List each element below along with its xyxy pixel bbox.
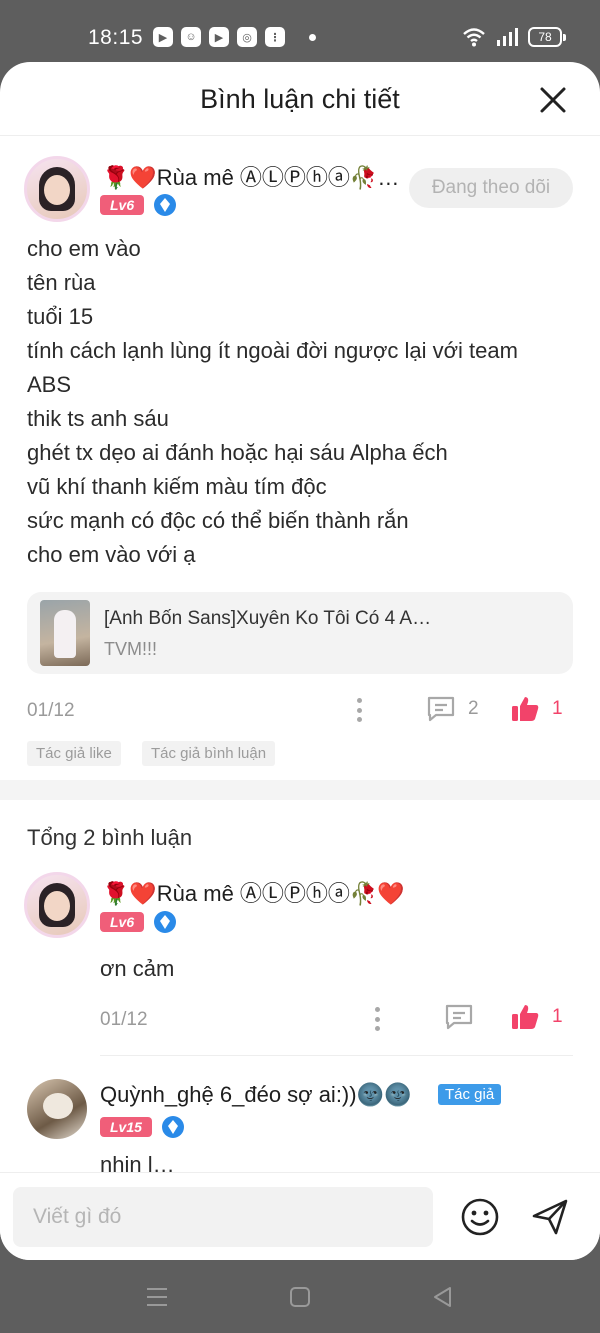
notification-icons: ▶ ☺ ▶ ◎ ⋮: [153, 27, 316, 47]
user-badges: Lv15: [100, 1116, 184, 1138]
level-badge: Lv15: [100, 1117, 152, 1137]
send-icon[interactable]: [530, 1197, 570, 1237]
youtube-icon: ▶: [209, 27, 229, 47]
reply-date: 01/12: [100, 1009, 148, 1030]
like-count: 1: [552, 698, 563, 719]
reply-button[interactable]: [444, 1003, 474, 1031]
comment-input[interactable]: [13, 1187, 433, 1247]
status-time: 18:15: [88, 26, 144, 49]
comment-line: cho em vào với ạ: [27, 542, 196, 567]
avatar[interactable]: [27, 1079, 87, 1139]
story-subtitle: TVM!!!: [104, 639, 157, 659]
diamond-icon: [154, 911, 177, 933]
comment-line: tính cách lạnh lùng ít ngoài đời ngược l…: [27, 338, 518, 363]
app-notification-icon: ▶: [153, 27, 173, 47]
like-count: 1: [552, 1006, 563, 1027]
close-icon[interactable]: [538, 85, 568, 115]
thumbs-up-icon: [512, 697, 539, 721]
avatar[interactable]: [24, 872, 90, 938]
diamond-icon: [154, 194, 177, 216]
reply-count: 2: [468, 698, 479, 719]
page-title: Bình luận chi tiết: [200, 84, 400, 114]
section-divider: [0, 780, 600, 800]
comment-line: sức mạnh có độc có thể biến thành rắn: [27, 508, 409, 533]
avatar-notification-icon: ☺: [181, 27, 201, 47]
level-badge: Lv6: [100, 195, 145, 215]
avatar[interactable]: [24, 156, 90, 222]
comment-line: ABS: [27, 372, 72, 397]
like-button[interactable]: 1: [510, 695, 563, 723]
more-notifications-dot-icon: [309, 33, 316, 41]
comment-line: tên rùa: [27, 270, 96, 295]
comment-line: vũ khí thanh kiếm màu tím độc: [27, 474, 327, 499]
comment-icon: [445, 1004, 473, 1030]
user-badges: Lv6: [100, 911, 177, 933]
comment-line: ghét tx dẹo ai đánh hoặc hại sáu Alpha ế…: [27, 440, 448, 465]
status-right: 78: [462, 27, 566, 47]
level-badge: Lv6: [100, 912, 145, 932]
comment-line: tuổi 15: [27, 304, 94, 329]
status-bar: 18:15 ▶ ☺ ▶ ◎ ⋮ 78: [0, 0, 600, 62]
wifi-icon: [463, 28, 485, 47]
author-tag: Tác giả: [438, 1084, 502, 1105]
story-cover: [40, 600, 90, 666]
author-replied-tag: Tác giả bình luận: [142, 741, 276, 766]
comment-body: cho em vào tên rùa tuổi 15 tính cách lạn…: [27, 232, 572, 572]
thumbs-up-icon: [512, 1005, 539, 1029]
comment-line: cho em vào: [27, 236, 141, 261]
smiley-icon[interactable]: [460, 1197, 500, 1237]
home-icon[interactable]: [287, 1284, 313, 1310]
comment-line: thik ts anh sáu: [27, 406, 169, 431]
more-options-icon[interactable]: [357, 698, 363, 722]
user-badges: Lv6: [100, 194, 177, 216]
reply-button[interactable]: 2: [426, 695, 479, 723]
author-liked-tag: Tác giả like: [27, 741, 121, 766]
comment-icon: [427, 696, 455, 722]
reply-text: ơn cảm: [100, 956, 175, 981]
reply-divider: [100, 1055, 573, 1056]
sheet-header: Bình luận chi tiết: [0, 62, 600, 136]
like-button[interactable]: 1: [510, 1003, 563, 1031]
browser-icon: ◎: [237, 27, 257, 47]
more-options-icon[interactable]: [375, 1007, 381, 1031]
total-comments-label: Tổng 2 bình luận: [27, 825, 193, 850]
following-button[interactable]: Đang theo dõi: [409, 168, 573, 208]
back-icon[interactable]: [430, 1284, 456, 1310]
comment-date: 01/12: [27, 700, 75, 721]
story-link-card[interactable]: [Anh Bốn Sans]Xuyên Ko Tôi Có 4 A… TVM!!…: [27, 592, 573, 674]
reply-user-name[interactable]: Quỳnh_ghệ 6_đéo sợ ai:))🌚🌚: [100, 1082, 430, 1108]
reply-user-name[interactable]: 🌹❤️Rùa mê ⒶⓁⓅⓗⓐ🥀❤️: [102, 876, 432, 908]
system-nav-bar: [0, 1260, 600, 1333]
battery-icon: 78: [528, 27, 566, 47]
comment-detail-sheet: Bình luận chi tiết 🌹❤️Rùa mê ⒶⓁⓅⓗⓐ🥀… Lv6…: [0, 62, 600, 1260]
menu-icon[interactable]: [144, 1284, 170, 1310]
comment-input-bar: [0, 1172, 600, 1260]
signal-icon: [497, 28, 518, 46]
grid-app-icon: ⋮: [265, 27, 285, 47]
comment-user-name[interactable]: 🌹❤️Rùa mê ⒶⓁⓅⓗⓐ🥀…: [102, 160, 402, 192]
diamond-icon: [161, 1116, 184, 1138]
story-title: [Anh Bốn Sans]Xuyên Ko Tôi Có 4 A…: [104, 608, 432, 629]
